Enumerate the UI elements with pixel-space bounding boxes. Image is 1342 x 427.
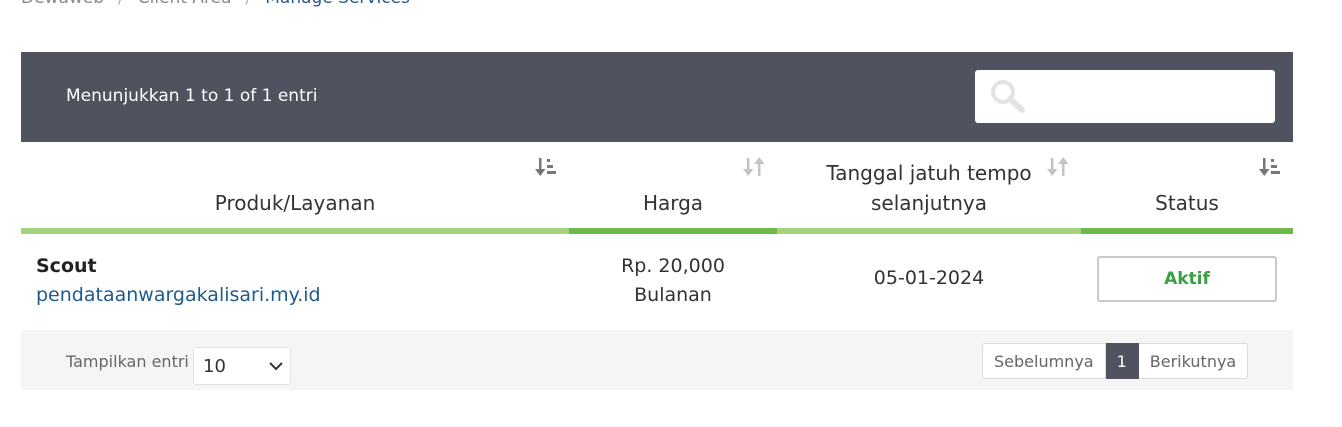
billing-cycle: Bulanan [634,284,712,306]
column-label-price: Harga [642,191,704,215]
pagination: Sebelumnya 1 Berikutnya [982,343,1249,379]
cell-due-date: 05-01-2024 [873,267,985,289]
chevron-down-icon [269,362,283,371]
breadcrumb-separator: / [118,0,124,8]
cell-price: Rp. 20,000 Bulanan [569,252,777,310]
page-size-value: 10 [203,356,226,377]
column-label-due-date: Tanggal jatuh tempo selanjutnya [777,158,1081,218]
column-header-product[interactable]: Produk/Layanan [21,142,569,234]
table-toolbar: Menunjukkan 1 to 1 of 1 entri [21,52,1293,142]
table-footer: Tampilkan entri 10 Sebelumnya 1 Berikutn… [21,330,1293,390]
column-header-price[interactable]: Harga [569,142,777,234]
status-badge: Aktif [1097,256,1277,302]
breadcrumb-item-current: Manage Services [265,0,410,8]
sort-both-icon [743,157,765,176]
table-header: Produk/Layanan Harga Tanggal jatuh tempo… [21,142,1293,234]
column-label-product: Produk/Layanan [214,191,376,215]
breadcrumb: Dewaweb / Client Area / Manage Services [21,0,410,8]
column-header-status[interactable]: Status [1081,142,1293,234]
services-table-panel: Menunjukkan 1 to 1 of 1 entri Produk/Lay… [21,52,1293,390]
previous-page-button[interactable]: Sebelumnya [982,343,1106,379]
column-header-due-date[interactable]: Tanggal jatuh tempo selanjutnya [777,142,1081,234]
search-icon [991,80,1025,113]
page-size-select[interactable]: 10 [193,347,291,385]
product-domain-link[interactable]: pendataanwargakalisari.my.id [36,281,321,310]
column-label-due-date-text: Tanggal jatuh tempo selanjutnya [826,161,1032,215]
sort-desc-icon [535,158,556,176]
table-row[interactable]: Scout pendataanwargakalisari.my.id Rp. 2… [21,234,1293,330]
breadcrumb-item-client-area[interactable]: Client Area [138,0,232,8]
sort-desc-icon [1259,158,1280,176]
price-amount: Rp. 20,000 [621,255,725,277]
breadcrumb-item-home[interactable]: Dewaweb [21,0,104,8]
page-1-button[interactable]: 1 [1105,343,1139,379]
cell-product: Scout pendataanwargakalisari.my.id [36,252,321,310]
table-info: Menunjukkan 1 to 1 of 1 entri [66,86,318,106]
page-size-label: Tampilkan entri [66,352,189,371]
product-name: Scout [36,255,97,277]
next-page-button[interactable]: Berikutnya [1138,343,1249,379]
breadcrumb-separator: / [246,0,252,8]
search-input[interactable] [975,70,1275,123]
column-label-status: Status [1155,191,1219,215]
